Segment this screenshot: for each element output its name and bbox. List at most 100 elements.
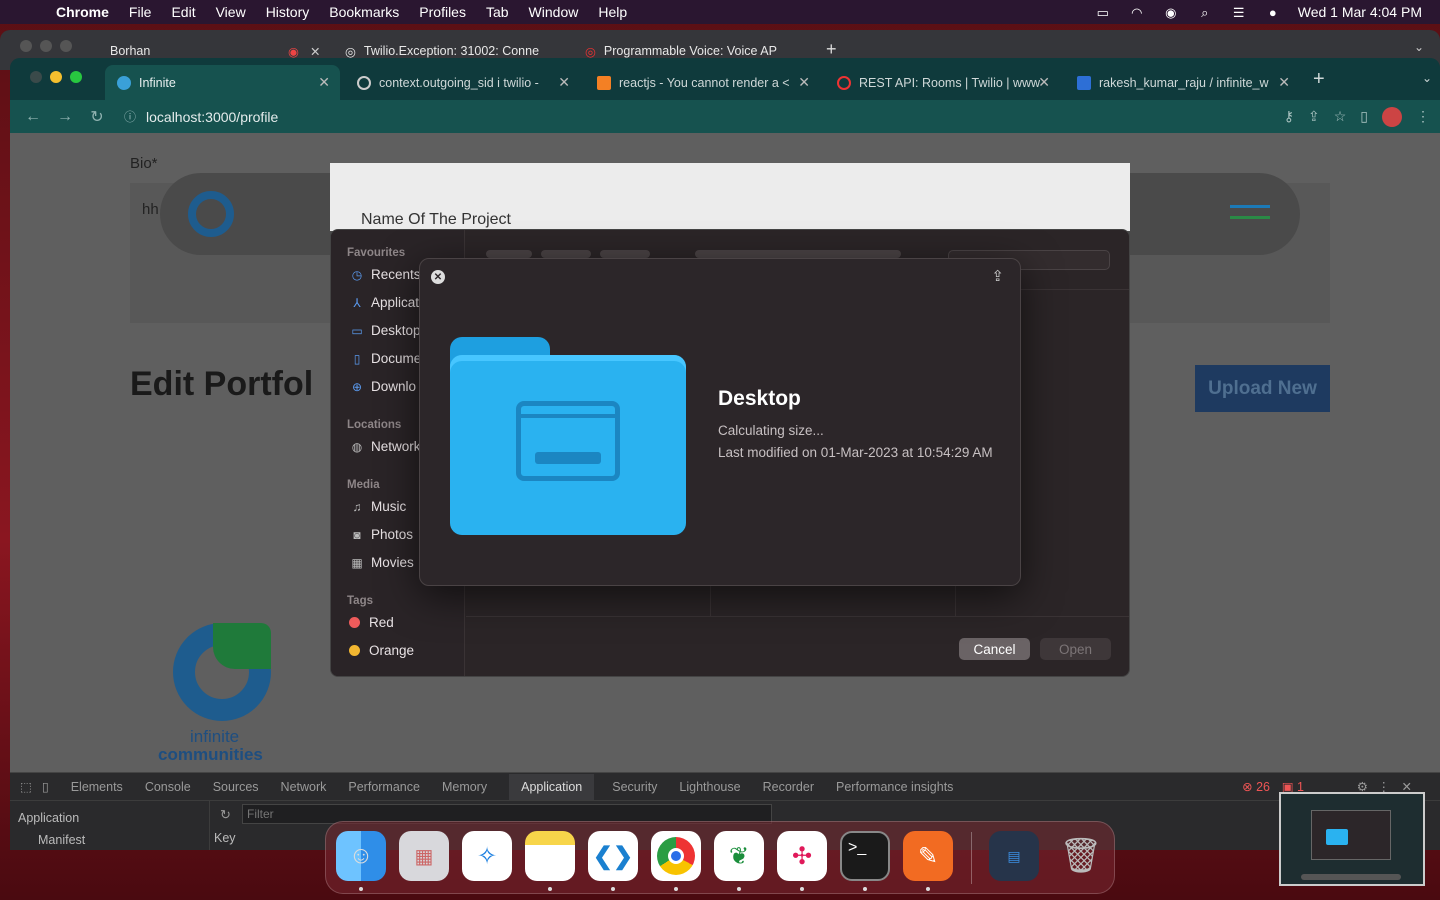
menu-file[interactable]: File [129, 4, 152, 20]
menu-edit[interactable]: Edit [171, 4, 195, 20]
devtools-tab-application[interactable]: Application [509, 773, 595, 800]
running-indicator [926, 887, 930, 891]
tab-context-outgoing[interactable]: context.outgoing_sid i twilio - ✕ [345, 65, 580, 100]
project-name-label: Name Of The Project [361, 211, 511, 228]
launchpad-icon[interactable]: ▦ [399, 831, 449, 881]
devtools-tab-recorder[interactable]: Recorder [763, 780, 814, 794]
back-arrow-icon[interactable]: ← [24, 108, 42, 126]
refresh-icon[interactable]: ↻ [220, 807, 231, 823]
user-icon[interactable]: ◉ [1162, 5, 1180, 20]
notes-icon[interactable] [525, 831, 575, 881]
wifi-icon[interactable]: ◠ [1128, 5, 1146, 20]
sidebar-tag-orange[interactable]: Orange [349, 643, 465, 658]
safari-icon[interactable]: ✧ [462, 831, 512, 881]
locations-heading: Locations [347, 419, 402, 431]
sidebar-item-label: Orange [369, 643, 415, 658]
menu-tab[interactable]: Tab [486, 4, 509, 20]
reload-icon[interactable]: ↻ [88, 107, 106, 127]
stackoverflow-favicon [597, 75, 611, 90]
infinite-favicon [117, 75, 131, 90]
view-mode-button[interactable] [541, 250, 591, 258]
forward-arrow-icon[interactable]: → [56, 108, 74, 126]
spotlight-icon[interactable]: ⌕ [1196, 5, 1214, 20]
close-icon[interactable]: ✕ [431, 270, 445, 284]
new-tab-button[interactable]: + [826, 39, 837, 60]
address-bar[interactable]: ⓘ localhost:3000/profile [124, 108, 278, 125]
minimize-window-button[interactable] [50, 71, 62, 83]
mongodb-compass-icon[interactable]: ❦ [714, 831, 764, 881]
devtools-tab-sources[interactable]: Sources [213, 780, 259, 794]
vscode-icon[interactable]: ❮❯ [588, 831, 638, 881]
tab-rest-api-rooms[interactable]: REST API: Rooms | Twilio | www ✕ [825, 65, 1060, 100]
close-icon[interactable]: ✕ [1278, 74, 1290, 91]
menu-bookmarks[interactable]: Bookmarks [329, 4, 399, 20]
zoom-window-button[interactable] [70, 71, 82, 83]
star-icon[interactable]: ☆ [1334, 108, 1347, 125]
slack-icon[interactable]: ✣ [777, 831, 827, 881]
cancel-button[interactable]: Cancel [959, 638, 1030, 660]
menu-profiles[interactable]: Profiles [419, 4, 466, 20]
devtools-tab-network[interactable]: Network [281, 780, 327, 794]
battery-icon[interactable]: ▭ [1094, 5, 1112, 20]
share-icon[interactable]: ⇪ [991, 267, 1004, 285]
close-icon[interactable]: ✕ [318, 74, 330, 91]
new-tab-button[interactable]: + [1313, 68, 1325, 91]
minimized-vscode-window-icon[interactable]: ▤ [989, 831, 1039, 881]
devtools-manifest-item[interactable]: Manifest [38, 833, 85, 847]
footer-divider [466, 616, 1129, 617]
logo-text-2: communities [158, 745, 263, 764]
avatar[interactable] [1382, 106, 1402, 127]
postman-icon[interactable]: ✎ [903, 831, 953, 881]
inspect-icon[interactable]: ⬚ [20, 779, 32, 794]
clock[interactable]: Wed 1 Mar 4:04 PM [1298, 4, 1422, 20]
tab-reactjs[interactable]: reactjs - You cannot render a < ✕ [585, 65, 820, 100]
close-icon[interactable]: ✕ [798, 74, 810, 91]
control-center-icon[interactable]: ☰ [1230, 5, 1248, 20]
key-icon[interactable]: ⚷ [1284, 108, 1294, 125]
trash-icon[interactable]: 🗑 [1056, 831, 1106, 881]
sidepanel-icon[interactable]: ▯ [1360, 108, 1368, 125]
menu-view[interactable]: View [216, 4, 246, 20]
close-icon[interactable]: ✕ [558, 74, 570, 91]
menu-chrome[interactable]: Chrome [56, 4, 109, 20]
desktop-glyph [516, 401, 620, 481]
open-button[interactable]: Open [1040, 638, 1111, 660]
menu-window[interactable]: Window [529, 4, 579, 20]
chevron-down-icon[interactable]: ⌄ [1422, 71, 1432, 85]
group-button[interactable] [600, 250, 650, 258]
device-toolbar-icon[interactable]: ▯ [42, 779, 49, 794]
sidebar-item-label: Red [369, 615, 394, 630]
upload-new-button[interactable]: Upload New [1195, 365, 1330, 412]
close-icon[interactable]: ✕ [310, 44, 320, 59]
folder-icon [450, 337, 686, 535]
devtools-tab-security[interactable]: Security [612, 780, 657, 794]
github-icon: ◎ [345, 44, 356, 59]
menu-help[interactable]: Help [598, 4, 627, 20]
siri-icon[interactable]: ● [1264, 5, 1282, 20]
location-popup[interactable] [695, 250, 901, 258]
devtools-tab-lighthouse[interactable]: Lighthouse [679, 780, 740, 794]
devtools-tab-performance[interactable]: Performance [348, 780, 420, 794]
tab-infinite[interactable]: Infinite ✕ [105, 65, 340, 100]
devtools-tab-elements[interactable]: Elements [71, 780, 123, 794]
finder-icon[interactable]: ☺ [336, 831, 386, 881]
share-icon[interactable]: ⇪ [1308, 108, 1320, 125]
close-icon[interactable]: ✕ [1038, 74, 1050, 91]
info-icon[interactable]: ⓘ [124, 108, 136, 125]
devtools-tab-memory[interactable]: Memory [442, 780, 487, 794]
quicklook-size: Calculating size... [718, 423, 824, 438]
devtools-tab-console[interactable]: Console [145, 780, 191, 794]
devtools-tab-performance-insights[interactable]: Performance insights [836, 780, 953, 794]
sidebar-tag-red[interactable]: Red [349, 615, 465, 630]
favourites-heading: Favourites [347, 247, 406, 259]
close-window-button[interactable] [30, 71, 42, 83]
back-forward-buttons[interactable] [486, 250, 532, 258]
chrome-icon[interactable] [651, 831, 701, 881]
tab-bitbucket[interactable]: rakesh_kumar_raju / infinite_w ✕ [1065, 65, 1300, 100]
menu-dots-icon[interactable]: ⋮ [1416, 108, 1430, 125]
menu-history[interactable]: History [266, 4, 310, 20]
terminal-icon[interactable]: >_ [840, 831, 890, 881]
chevron-down-icon[interactable]: ⌄ [1414, 40, 1424, 54]
hamburger-icon[interactable] [1230, 205, 1270, 219]
screenshot-thumbnail[interactable] [1279, 792, 1425, 886]
